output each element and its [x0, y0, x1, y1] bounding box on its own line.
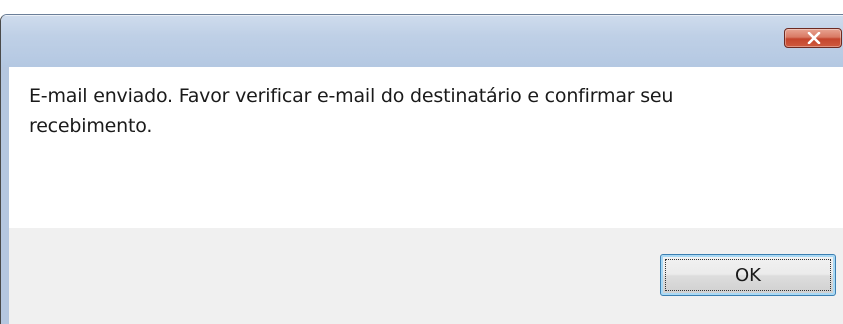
ok-button[interactable]: OK	[660, 254, 836, 296]
close-button[interactable]	[784, 28, 842, 48]
dialog-message: E-mail enviado. Favor verificar e-mail d…	[29, 85, 674, 137]
dialog-titlebar[interactable]	[1, 15, 843, 67]
ok-button-label: OK	[735, 264, 761, 286]
message-dialog: E-mail enviado. Favor verificar e-mail d…	[0, 14, 843, 324]
dialog-button-area: OK	[1, 228, 843, 324]
